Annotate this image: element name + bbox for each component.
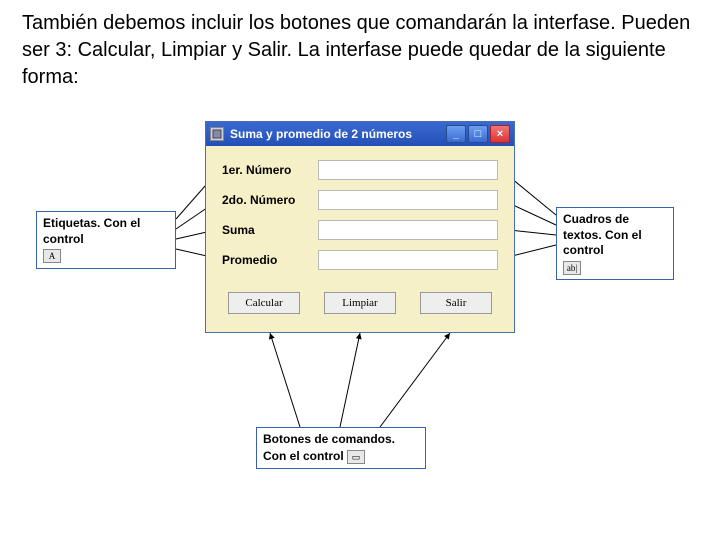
minimize-button[interactable]: _ — [446, 125, 466, 143]
label-prom: Promedio — [222, 253, 318, 267]
annotation-textboxes: Cuadros de textos. Con el control ab| — [556, 207, 674, 280]
button-tool-icon: ▭ — [347, 450, 365, 464]
diagram-canvas: Suma y promedio de 2 números _ □ × 1er. … — [0, 91, 720, 521]
annotation-buttons-text: Botones de comandos. Con el control — [263, 432, 395, 463]
close-button[interactable]: × — [490, 125, 510, 143]
textbox-suma[interactable] — [318, 220, 498, 240]
textbox-tool-icon: ab| — [563, 261, 581, 275]
textbox-n2[interactable] — [318, 190, 498, 210]
calc-button[interactable]: Calcular — [228, 292, 300, 314]
label-n2: 2do. Número — [222, 193, 318, 207]
exit-button[interactable]: Salir — [420, 292, 492, 314]
maximize-button[interactable]: □ — [468, 125, 488, 143]
form-body: 1er. Número 2do. Número Suma Promedio Ca… — [206, 146, 514, 332]
textbox-prom[interactable] — [318, 250, 498, 270]
vb-form-window: Suma y promedio de 2 números _ □ × 1er. … — [205, 121, 515, 333]
annotation-labels: Etiquetas. Con el control A — [36, 211, 176, 269]
textbox-n1[interactable] — [318, 160, 498, 180]
clear-button[interactable]: Limpiar — [324, 292, 396, 314]
intro-paragraph: También debemos incluir los botones que … — [0, 0, 720, 91]
form-icon — [210, 127, 224, 141]
label-tool-icon: A — [43, 249, 61, 263]
label-n1: 1er. Número — [222, 163, 318, 177]
label-suma: Suma — [222, 223, 318, 237]
annotation-buttons: Botones de comandos. Con el control ▭ — [256, 427, 426, 469]
annotation-labels-text: Etiquetas. Con el control — [43, 216, 140, 246]
titlebar: Suma y promedio de 2 números _ □ × — [206, 122, 514, 146]
annotation-textboxes-text: Cuadros de textos. Con el control — [563, 212, 642, 257]
window-title: Suma y promedio de 2 números — [230, 127, 412, 141]
